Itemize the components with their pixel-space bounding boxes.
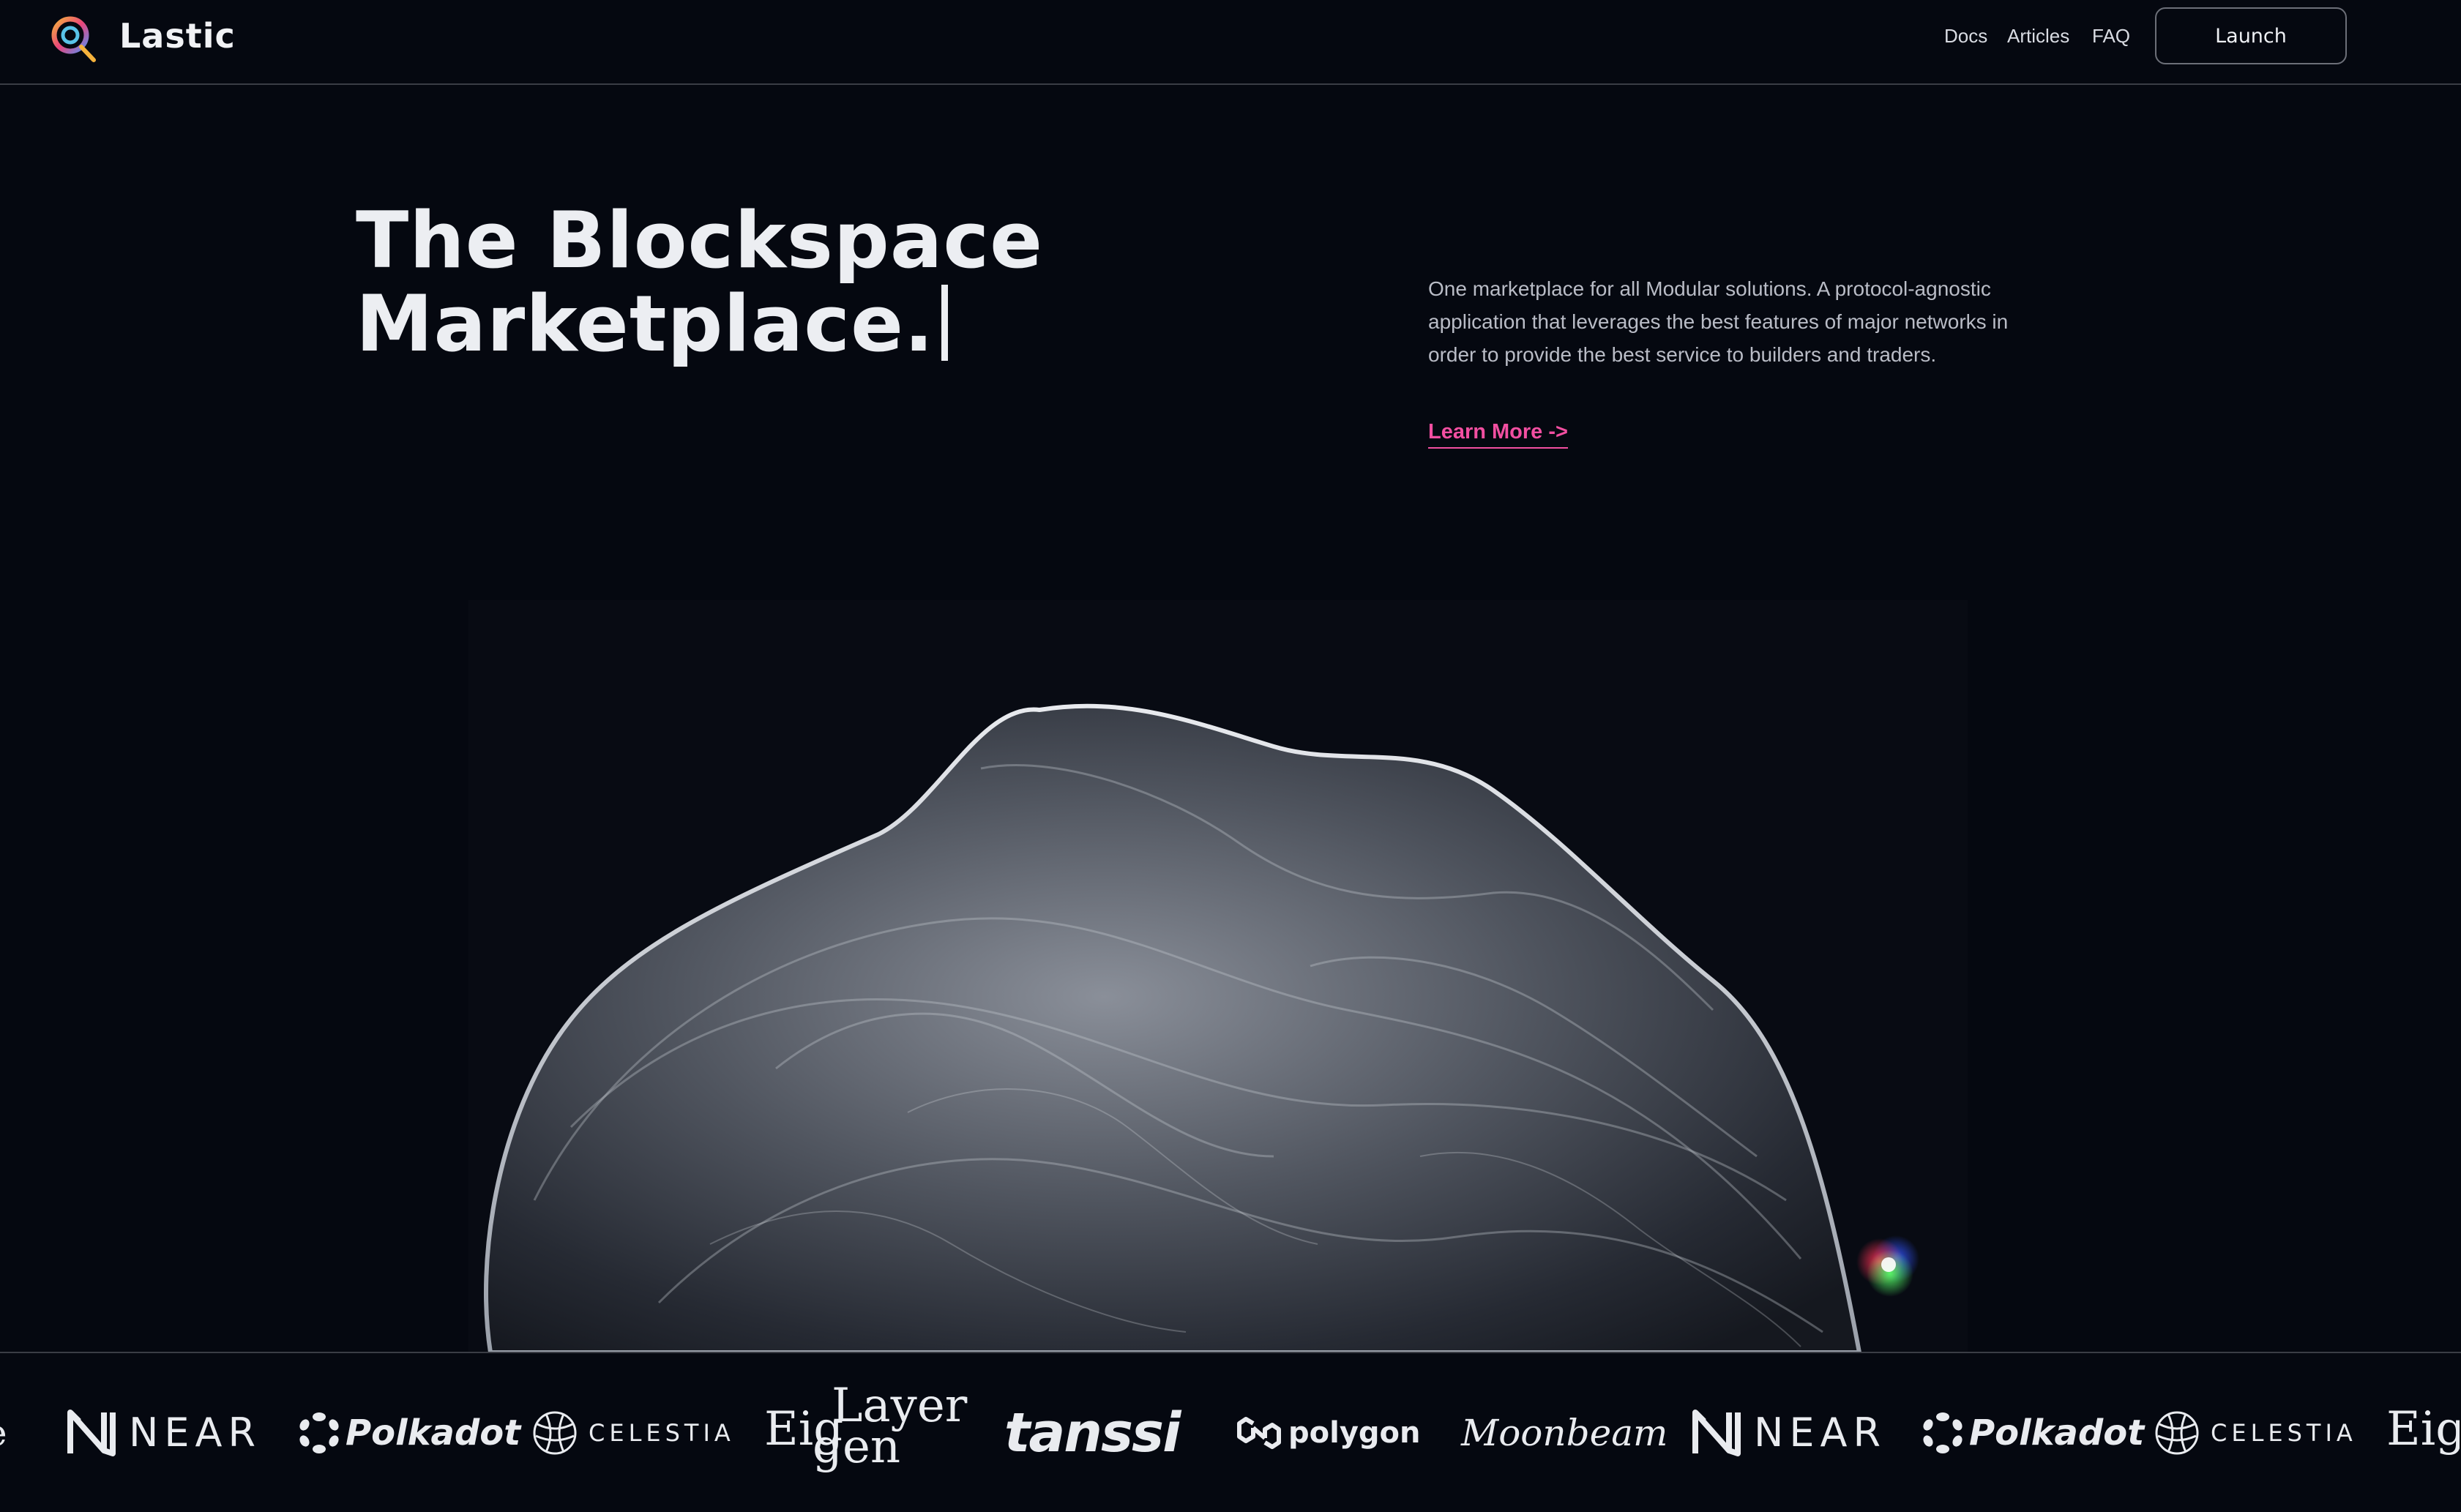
partner-logo-polygon: polygon — [1237, 1353, 1421, 1512]
partner-logo-near: NEAR — [66, 1353, 261, 1512]
partner-logo-eigenlayer: Eig — [2386, 1353, 2460, 1512]
partner-logo-eigenlayer: Eig Layer gen — [764, 1353, 967, 1512]
partner-logo-partial: e — [0, 1353, 7, 1512]
rgb-cursor-glow — [1856, 1235, 1919, 1297]
partial-logo-glyph: e — [0, 1412, 7, 1454]
partner-logo-polkadot: Polkadot — [299, 1353, 520, 1512]
polkadot-icon — [299, 1412, 339, 1453]
celestia-icon — [533, 1411, 577, 1454]
celestia-label: CELESTIA — [2211, 1418, 2357, 1447]
near-icon — [67, 1409, 116, 1456]
partner-logos-strip: e NEAR Polkadot — [0, 1353, 2461, 1512]
hero-title-line-2-text: Marketplace. — [356, 279, 935, 369]
polkadot-label: Polkadot — [1969, 1412, 2145, 1453]
hero-title: The Blockspace Marketplace. — [356, 199, 1043, 366]
nav-link-docs[interactable]: Docs — [1944, 25, 1987, 48]
partner-logo-near: NEAR — [1691, 1353, 1886, 1512]
partner-logo-polkadot: Polkadot — [1922, 1353, 2144, 1512]
learn-more-link[interactable]: Learn More -> — [1428, 420, 1568, 449]
brand-name[interactable]: Lastic — [119, 16, 236, 56]
near-label: NEAR — [1754, 1410, 1886, 1456]
launch-button[interactable]: Launch — [2155, 7, 2347, 64]
nav-link-faq[interactable]: FAQ — [2092, 25, 2130, 48]
polygon-label: polygon — [1288, 1415, 1421, 1450]
partner-logo-moonbeam: Moonbeam — [1461, 1353, 1668, 1512]
celestia-label: CELESTIA — [589, 1418, 735, 1447]
eigenlayer-bottom-text: gen — [813, 1419, 901, 1474]
polygon-icon — [1237, 1416, 1281, 1449]
hero-description: One marketplace for all Modular solution… — [1428, 277, 2009, 366]
hero-title-line-1: The Blockspace — [356, 195, 1044, 285]
partner-logo-tanssi: tanssi — [1004, 1353, 1181, 1512]
lastic-logo-icon[interactable] — [48, 13, 98, 63]
typing-cursor — [941, 285, 949, 361]
tanssi-label: tanssi — [1004, 1401, 1181, 1464]
near-icon — [1692, 1409, 1741, 1456]
near-label: NEAR — [129, 1410, 261, 1456]
hero-3d-visual — [468, 600, 1968, 1352]
eigenlayer-left-text: Eig — [2386, 1401, 2460, 1456]
celestia-icon — [2155, 1411, 2199, 1454]
polkadot-label: Polkadot — [346, 1412, 521, 1453]
top-navigation-bar: Lastic Docs Articles FAQ Launch — [0, 0, 2461, 85]
nav-link-articles[interactable]: Articles — [2007, 25, 2069, 48]
hero-title-line-2: Marketplace. — [356, 282, 1043, 366]
blob-shape — [484, 703, 1862, 1352]
partner-logo-celestia: CELESTIA — [2154, 1353, 2357, 1512]
moonbeam-label: Moonbeam — [1461, 1411, 1668, 1454]
polkadot-icon — [1923, 1412, 1963, 1453]
partner-logo-celestia: CELESTIA — [531, 1353, 735, 1512]
